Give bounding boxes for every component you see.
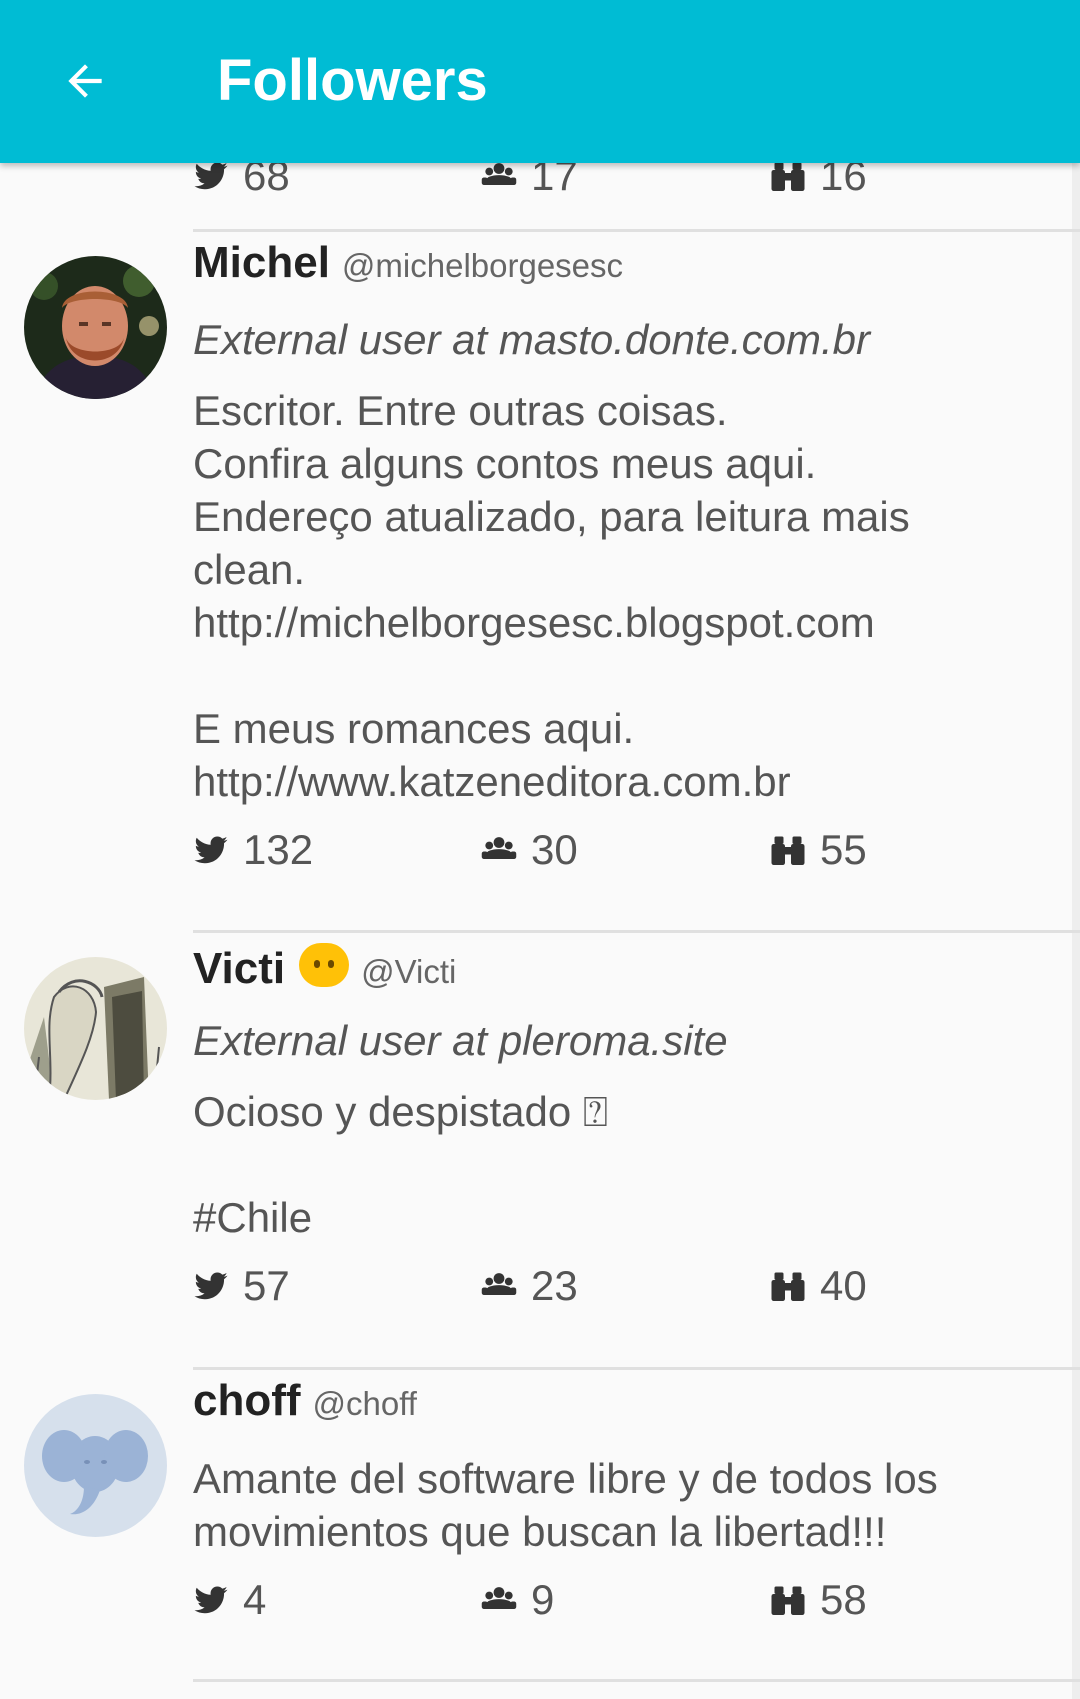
group-icon	[481, 1582, 517, 1618]
divider	[193, 1679, 1080, 1682]
following-count: 9	[531, 1576, 555, 1623]
emoji-icon	[299, 943, 350, 987]
avatar[interactable]	[24, 957, 167, 1100]
account-handle: @choff	[312, 1385, 417, 1422]
following-stat: 23	[481, 1256, 578, 1316]
following-stat: 30	[481, 820, 578, 880]
followers-count: 58	[820, 1576, 867, 1623]
binoculars-icon	[770, 158, 806, 194]
followers-stat: 58	[770, 1570, 867, 1630]
group-icon	[481, 158, 517, 194]
group-icon	[481, 832, 517, 868]
statuses-count: 4	[243, 1576, 267, 1623]
following-count: 23	[531, 1262, 578, 1309]
avatar[interactable]	[24, 256, 167, 399]
arrow-left-icon	[68, 64, 102, 98]
bird-icon	[193, 158, 229, 194]
account-note: Amante del software libre y de todos los…	[193, 1455, 938, 1555]
followers-count: 40	[820, 1262, 867, 1309]
display-name: Victi	[193, 944, 286, 993]
followers-stat: 40	[770, 1256, 867, 1316]
external-user-label: External user at masto.donte.com.br	[193, 316, 870, 363]
back-button[interactable]	[52, 48, 118, 114]
bird-icon	[193, 832, 229, 868]
binoculars-icon	[770, 1268, 806, 1304]
list-item[interactable]: choff @choff Amante del software libre y…	[0, 1370, 1080, 1682]
group-icon	[481, 1268, 517, 1304]
statuses-stat: 57	[193, 1256, 290, 1316]
bird-icon	[193, 1268, 229, 1304]
statuses-count: 132	[243, 826, 314, 873]
binoculars-icon	[770, 832, 806, 868]
stats-row: 132 30 55	[193, 820, 1080, 880]
statuses-stat: 4	[193, 1570, 266, 1630]
bird-icon	[193, 1582, 229, 1618]
account-note: Ocioso y despistado ⍰ #Chile	[193, 1088, 609, 1241]
binoculars-icon	[770, 1582, 806, 1618]
account-handle: @Victi	[361, 953, 457, 990]
display-name: choff	[193, 1376, 301, 1425]
account-handle: @michelborgesesc	[341, 247, 624, 284]
list-item[interactable]: Victi @Victi External user at pleroma.si…	[0, 933, 1080, 1368]
stats-row: 57 23 40	[193, 1256, 1080, 1316]
followers-stat: 55	[770, 820, 867, 880]
following-stat: 9	[481, 1570, 554, 1630]
account-note: Escritor. Entre outras coisas. Confira a…	[193, 387, 910, 805]
page-title: Followers	[217, 48, 488, 113]
avatar[interactable]	[24, 1394, 167, 1537]
following-count: 30	[531, 826, 578, 873]
stats-row: 4 9 58	[193, 1570, 1080, 1630]
list-item[interactable]: Michel @michelborgesesc External user at…	[0, 232, 1080, 932]
statuses-count: 57	[243, 1262, 290, 1309]
statuses-stat: 132	[193, 820, 313, 880]
display-name: Michel	[193, 238, 330, 287]
app-bar: Followers	[0, 0, 1080, 163]
followers-count: 55	[820, 826, 867, 873]
external-user-label: External user at pleroma.site	[193, 1017, 728, 1064]
